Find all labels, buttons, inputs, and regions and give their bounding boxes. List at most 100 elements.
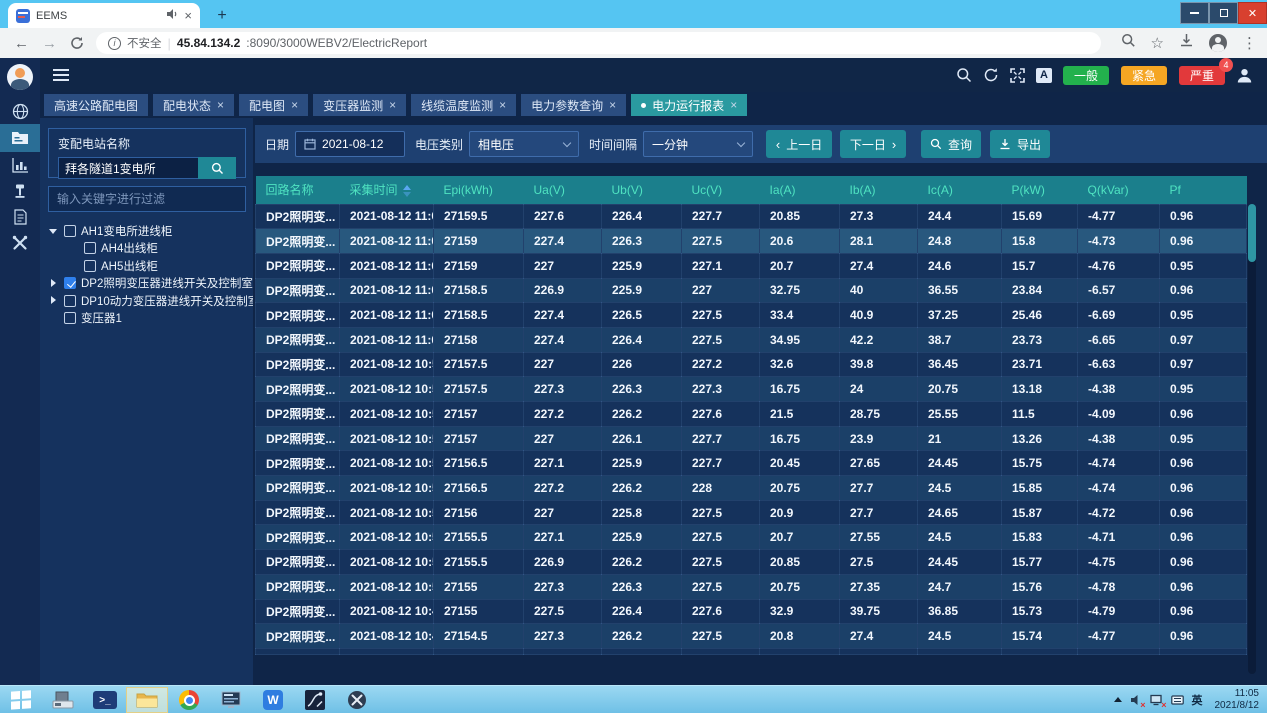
tree-checkbox[interactable] <box>64 225 76 237</box>
tab-close-icon[interactable]: × <box>609 99 616 111</box>
table-scrollbar[interactable] <box>1248 204 1256 674</box>
table-row[interactable]: DP2照明变...2021-08-12 11:0327159227225.922… <box>256 253 1247 278</box>
wps-icon[interactable]: W <box>252 687 294 713</box>
column-header[interactable]: Ub(V) <box>602 176 682 204</box>
volume-muted-icon[interactable]: × <box>1130 694 1142 706</box>
user-avatar[interactable] <box>7 64 33 90</box>
info-icon[interactable]: i <box>108 37 121 50</box>
page-tab[interactable]: 变压器监测× <box>313 94 406 116</box>
network-tool-icon[interactable] <box>294 687 336 713</box>
tab-audio-icon[interactable] <box>166 7 178 25</box>
page-tab[interactable]: 配电状态× <box>153 94 234 116</box>
expander-icon[interactable] <box>48 225 59 236</box>
table-row[interactable]: DP2照明变...2021-08-12 11:0027158227.4226.4… <box>256 327 1247 352</box>
chart-icon[interactable] <box>0 152 40 178</box>
column-header[interactable]: Ic(A) <box>918 176 1002 204</box>
sync-icon[interactable] <box>983 67 999 83</box>
tree-checkbox[interactable] <box>84 242 96 254</box>
tree-node[interactable]: DP2照明变压器进线开关及控制室 <box>40 275 253 293</box>
browser-tab[interactable]: EEMS × <box>8 3 200 28</box>
ime-icon[interactable] <box>1171 694 1184 706</box>
prev-day-button[interactable]: ‹ 上一日 <box>766 130 832 158</box>
tree-filter-input[interactable] <box>48 186 246 212</box>
network-error-icon[interactable]: × <box>1150 694 1163 706</box>
station-input[interactable] <box>58 157 198 179</box>
user-icon[interactable] <box>1236 67 1253 84</box>
chrome-icon[interactable] <box>168 687 210 713</box>
tab-close-icon[interactable]: × <box>730 99 737 111</box>
table-row[interactable]: DP2照明变...2021-08-12 11:0127158.5227.4226… <box>256 303 1247 328</box>
table-row[interactable]: DP2照明变...2021-08-12 10:4927155227.5226.4… <box>256 599 1247 624</box>
fullscreen-icon[interactable] <box>1010 68 1025 83</box>
tree-node[interactable]: AH5出线柜 <box>40 257 253 275</box>
expander-icon[interactable] <box>48 278 59 289</box>
page-tab[interactable]: 电力参数查询× <box>521 94 626 116</box>
monitor-folder-icon[interactable] <box>0 124 40 152</box>
page-tab[interactable]: 高速公路配电图 <box>44 94 148 116</box>
table-row[interactable]: DP2照明变...2021-08-12 10:5127155.5226.9226… <box>256 550 1247 575</box>
tree-checkbox[interactable] <box>64 295 76 307</box>
monitor-app-icon[interactable] <box>210 687 252 713</box>
column-header[interactable]: 回路名称 <box>256 176 340 204</box>
query-button[interactable]: 查询 <box>921 130 981 158</box>
tools-icon[interactable] <box>0 230 40 256</box>
tray-expand-icon[interactable] <box>1114 697 1122 702</box>
table-row[interactable]: DP2照明变...2021-08-12 11:0527159.5227.6226… <box>256 204 1247 229</box>
station-search-button[interactable] <box>198 157 236 179</box>
table-row[interactable]: DP2照明变...2021-08-12 10:5827157.5227.3226… <box>256 377 1247 402</box>
next-day-button[interactable]: 下一日 › <box>840 130 906 158</box>
table-row[interactable]: DP2照明变...2021-08-12 10:5327156227225.822… <box>256 500 1247 525</box>
column-header[interactable]: Q(kVar) <box>1078 176 1160 204</box>
alarm-button-严重[interactable]: 严重4 <box>1179 66 1225 85</box>
page-tab[interactable]: 配电图× <box>239 94 308 116</box>
taskbar-clock[interactable]: 11:05 2021/8/12 <box>1215 688 1260 712</box>
column-header[interactable]: Pf <box>1160 176 1247 204</box>
voltage-select[interactable]: 相电压 <box>469 131 579 157</box>
sort-icon[interactable] <box>403 185 411 197</box>
column-header[interactable]: Ua(V) <box>524 176 602 204</box>
scrollbar-thumb[interactable] <box>1248 204 1256 262</box>
tree-checkbox[interactable] <box>64 312 76 324</box>
browser-menu-icon[interactable]: ⋮ <box>1242 36 1257 51</box>
column-header[interactable]: Epi(kWh) <box>434 176 524 204</box>
ime-label[interactable]: 英 <box>1192 692 1203 708</box>
table-row[interactable]: DP2照明变...2021-08-12 10:5627157227226.122… <box>256 426 1247 451</box>
tree-checkbox[interactable] <box>64 277 76 289</box>
globe-icon[interactable] <box>0 98 40 124</box>
tree-node[interactable]: DP10动力变压器进线开关及控制室 <box>40 292 253 310</box>
forward-icon[interactable]: → <box>42 35 57 52</box>
table-row[interactable]: DP2照明变...2021-08-12 11:0427159227.4226.3… <box>256 229 1247 254</box>
settings-tool-icon[interactable] <box>336 687 378 713</box>
expander-icon[interactable] <box>48 295 59 306</box>
table-row[interactable]: DP2照明变...2021-08-12 10:4827154.5227.3226… <box>256 624 1247 649</box>
column-header[interactable]: Ia(A) <box>760 176 840 204</box>
column-header[interactable]: Uc(V) <box>682 176 760 204</box>
table-row[interactable]: DP2照明变...2021-08-12 10:5927157.522722622… <box>256 352 1247 377</box>
table-row[interactable]: DP2照明变...2021-08-12 10:5727157227.2226.2… <box>256 402 1247 427</box>
column-header[interactable]: 采集时间 <box>340 176 434 204</box>
tab-close-icon[interactable]: × <box>499 99 506 111</box>
interval-select[interactable]: 一分钟 <box>643 131 753 157</box>
translate-icon[interactable]: A <box>1036 68 1052 83</box>
tab-close-icon[interactable]: × <box>389 99 396 111</box>
tree-node[interactable]: AH4出线柜 <box>40 240 253 258</box>
page-tab[interactable]: 电力运行报表× <box>631 94 747 116</box>
column-header[interactable]: Ib(A) <box>840 176 918 204</box>
tree-checkbox[interactable] <box>84 260 96 272</box>
tab-close-icon[interactable]: × <box>184 9 192 22</box>
alarm-button-一般[interactable]: 一般 <box>1063 66 1109 85</box>
hammer-icon[interactable] <box>0 178 40 204</box>
page-tab[interactable]: 线缆温度监测× <box>411 94 516 116</box>
minimize-button[interactable] <box>1180 2 1209 24</box>
menu-toggle-icon[interactable] <box>53 69 69 81</box>
zoom-search-icon[interactable] <box>1121 33 1136 53</box>
maximize-button[interactable] <box>1209 2 1238 24</box>
address-bar[interactable]: i 不安全 | 45.84.134.2 :8090/3000WEBV2/Elec… <box>96 32 1101 54</box>
new-tab-button[interactable]: + <box>212 6 232 26</box>
browser-avatar[interactable] <box>1209 34 1227 52</box>
refresh-icon[interactable] <box>70 36 84 50</box>
table-row[interactable]: DP2照明变...2021-08-12 10:5527156.5227.1225… <box>256 451 1247 476</box>
file-explorer-icon[interactable] <box>126 687 168 713</box>
alarm-button-紧急[interactable]: 紧急 <box>1121 66 1167 85</box>
table-row[interactable]: DP2照明变...2021-08-12 10:5027155227.3226.3… <box>256 574 1247 599</box>
